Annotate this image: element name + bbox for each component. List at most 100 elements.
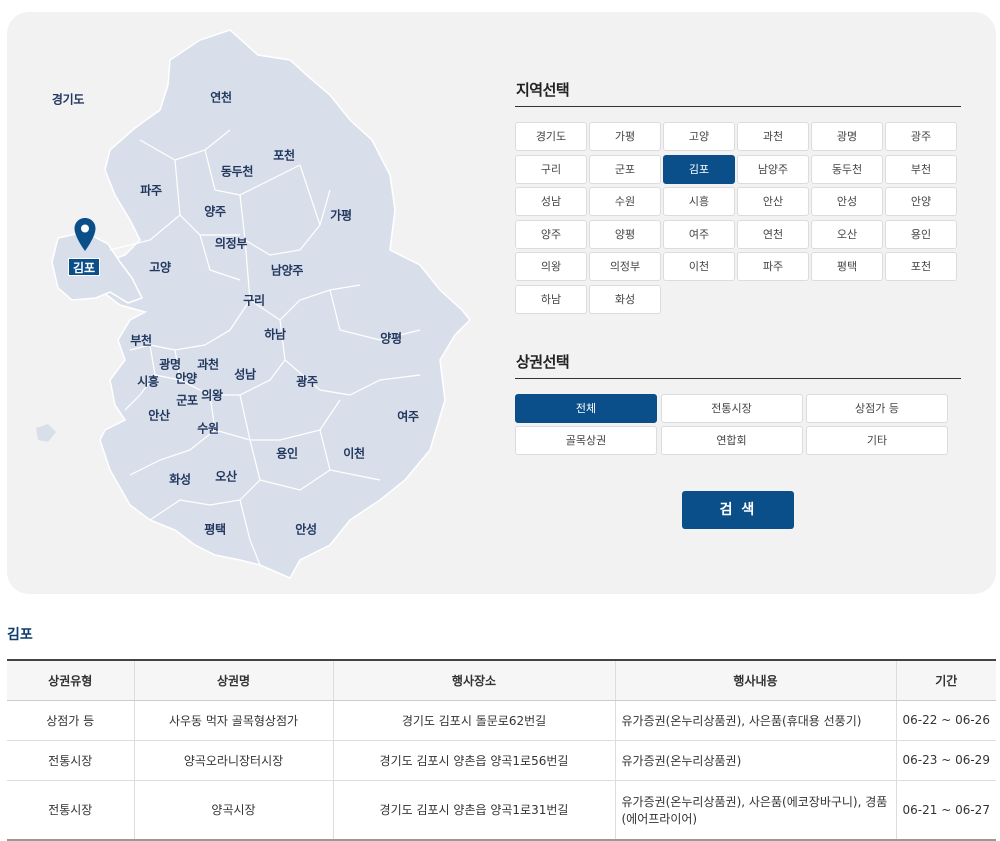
map-label-icheon[interactable]: 이천 <box>343 445 365 462</box>
map-label-dongducheon[interactable]: 동두천 <box>221 163 254 180</box>
region-button[interactable]: 여주 <box>663 219 735 249</box>
map-label-pocheon[interactable]: 포천 <box>273 147 295 164</box>
map-label-gwangju[interactable]: 광주 <box>296 373 318 390</box>
map-label-hanam[interactable]: 하남 <box>264 326 286 343</box>
region-button[interactable]: 동두천 <box>811 154 883 184</box>
gyeonggi-map: 경기도 연천 포천 동두천 파주 양주 가평 의정부 고양 남양주 구리 하남 … <box>0 0 500 600</box>
region-button[interactable]: 의정부 <box>589 252 661 281</box>
region-button[interactable]: 성남 <box>515 187 587 216</box>
map-label-osan[interactable]: 오산 <box>215 468 237 485</box>
region-button[interactable]: 광명 <box>811 122 883 151</box>
map-label-siheung[interactable]: 시흥 <box>137 373 159 390</box>
map-label-pyeongtaek[interactable]: 평택 <box>204 521 226 538</box>
column-header-name: 상권명 <box>134 659 334 701</box>
map-label-gapyeong[interactable]: 가평 <box>330 207 352 224</box>
map-label-paju[interactable]: 파주 <box>140 182 162 199</box>
region-button[interactable]: 안산 <box>737 187 809 216</box>
region-button[interactable]: 가평 <box>589 122 661 151</box>
category-title-divider <box>515 378 961 379</box>
map-label-uiwang[interactable]: 의왕 <box>201 387 223 404</box>
region-title-divider <box>515 106 961 107</box>
region-button[interactable]: 수원 <box>589 187 661 216</box>
category-button[interactable]: 상점가 등 <box>806 394 948 423</box>
region-button[interactable]: 파주 <box>737 252 809 281</box>
table-row: 전통시장 양곡시장 경기도 김포시 양촌읍 양곡1로31번길 유가증권(온누리상… <box>7 780 996 841</box>
cell-content: 유가증권(온누리상품권), 사은품(에코장바구니), 경품(에어프라이어) <box>615 780 897 841</box>
region-button[interactable]: 하남 <box>515 284 587 314</box>
map-label-yangju[interactable]: 양주 <box>204 203 226 220</box>
results-region-title: 김포 <box>7 627 33 643</box>
cell-type: 전통시장 <box>7 780 135 841</box>
map-label-gwacheon[interactable]: 과천 <box>197 356 219 373</box>
map-label-yangpyeong[interactable]: 양평 <box>380 330 402 347</box>
region-button[interactable]: 부천 <box>885 154 957 184</box>
region-button[interactable]: 김포 <box>663 154 735 184</box>
cell-name: 사우동 먹자 골목형상점가 <box>134 700 334 741</box>
region-select-title: 지역선택 <box>516 81 570 99</box>
category-select-title: 상권선택 <box>516 353 570 371</box>
cell-period: 06-22 ~ 06-26 <box>896 700 996 741</box>
region-button[interactable]: 안성 <box>811 187 883 216</box>
region-button[interactable]: 양주 <box>515 219 587 249</box>
map-label-uijeongbu[interactable]: 의정부 <box>215 235 248 252</box>
region-button[interactable]: 고양 <box>663 122 735 151</box>
cell-content: 유가증권(온누리상품권), 사은품(휴대용 선풍기) <box>615 700 897 741</box>
region-button[interactable]: 용인 <box>885 219 957 249</box>
table-row: 전통시장 양곡오라니장터시장 경기도 김포시 양촌읍 양곡1로56번길 유가증권… <box>7 740 996 781</box>
map-label-goyang[interactable]: 고양 <box>149 259 171 276</box>
map-label-seongnam[interactable]: 성남 <box>234 366 256 383</box>
map-label-yeoju[interactable]: 여주 <box>397 408 419 425</box>
map-label-anyang[interactable]: 안양 <box>175 370 197 387</box>
region-button[interactable]: 의왕 <box>515 252 587 281</box>
region-button[interactable]: 시흥 <box>663 187 735 216</box>
region-button[interactable]: 남양주 <box>737 154 809 184</box>
region-button[interactable]: 광주 <box>885 122 957 151</box>
map-label-bucheon[interactable]: 부천 <box>130 332 152 349</box>
category-button[interactable]: 연합회 <box>660 426 803 455</box>
region-button[interactable]: 평택 <box>811 252 883 281</box>
cell-type: 전통시장 <box>7 740 135 781</box>
table-header-row: 상권유형 상권명 행사장소 행사내용 기간 <box>7 659 996 701</box>
cell-venue: 경기도 김포시 양촌읍 양곡1로56번길 <box>333 740 616 781</box>
results-table: 상권유형 상권명 행사장소 행사내용 기간 상점가 등 사우동 먹자 골목형상점… <box>7 659 996 841</box>
region-button[interactable]: 과천 <box>737 122 809 151</box>
map-pin-icon <box>74 218 96 251</box>
cell-period: 06-21 ~ 06-27 <box>896 780 996 841</box>
category-button[interactable]: 전체 <box>515 394 657 423</box>
region-button[interactable]: 연천 <box>737 219 809 249</box>
region-button[interactable]: 오산 <box>811 219 883 249</box>
cell-name: 양곡오라니장터시장 <box>134 740 334 781</box>
region-button[interactable]: 안양 <box>885 187 957 216</box>
region-button[interactable]: 이천 <box>663 252 735 281</box>
map-label-suwon[interactable]: 수원 <box>197 420 219 437</box>
region-button[interactable]: 화성 <box>589 284 661 314</box>
map-label-ansan[interactable]: 안산 <box>148 407 170 424</box>
map-label-yongin[interactable]: 용인 <box>276 445 298 462</box>
cell-period: 06-23 ~ 06-29 <box>896 740 996 781</box>
category-button[interactable]: 골목상권 <box>515 426 657 455</box>
region-button[interactable]: 양평 <box>589 219 661 249</box>
map-label-hwaseong[interactable]: 화성 <box>169 471 191 488</box>
cell-venue: 경기도 김포시 양촌읍 양곡1로31번길 <box>333 780 616 841</box>
category-button[interactable]: 전통시장 <box>660 394 803 423</box>
column-header-content: 행사내용 <box>615 659 897 701</box>
map-label-anseong[interactable]: 안성 <box>295 521 317 538</box>
map-label-gyeonggi[interactable]: 경기도 <box>52 91 85 108</box>
category-button[interactable]: 기타 <box>806 426 948 455</box>
map-label-namyangju[interactable]: 남양주 <box>271 262 304 279</box>
map-label-guri[interactable]: 구리 <box>243 292 265 309</box>
region-button[interactable]: 경기도 <box>515 122 587 151</box>
cell-venue: 경기도 김포시 돌문로62번길 <box>333 700 616 741</box>
search-button[interactable]: 검 색 <box>682 491 794 529</box>
table-row: 상점가 등 사우동 먹자 골목형상점가 경기도 김포시 돌문로62번길 유가증권… <box>7 700 996 741</box>
cell-name: 양곡시장 <box>134 780 334 841</box>
cell-content: 유가증권(온누리상품권) <box>615 740 897 781</box>
map-label-gunpo[interactable]: 군포 <box>176 392 198 409</box>
map-label-yeoncheon[interactable]: 연천 <box>210 89 232 106</box>
column-header-type: 상권유형 <box>7 659 135 701</box>
map-label-gimpo-selected[interactable]: 김포 <box>68 258 100 276</box>
cell-type: 상점가 등 <box>7 700 135 741</box>
region-button[interactable]: 포천 <box>885 252 957 281</box>
region-button[interactable]: 군포 <box>589 154 661 184</box>
region-button[interactable]: 구리 <box>515 154 587 184</box>
